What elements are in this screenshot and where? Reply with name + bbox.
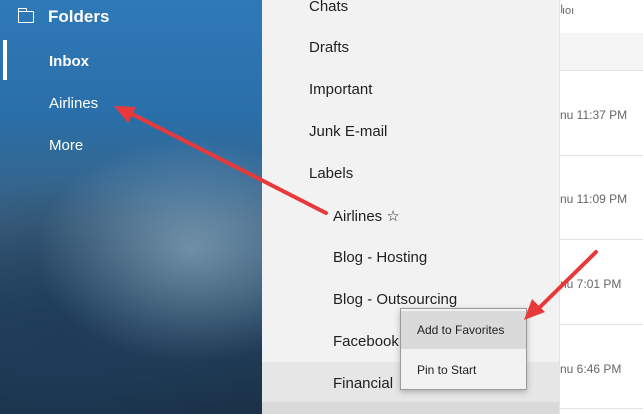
row-divider — [560, 408, 643, 409]
folder-item-drafts[interactable]: Drafts — [309, 39, 349, 56]
message-time: nu 11:09 PM — [560, 192, 628, 206]
folders-title: Folders — [48, 7, 110, 26]
folder-item-junk-email[interactable]: Junk E-mail — [309, 123, 387, 140]
row-divider — [560, 239, 643, 240]
message-list: I ıoı nu 11:37 PM nu 11:09 PM nu 7:01 PM… — [559, 0, 643, 414]
panel-bottom-strip — [262, 402, 559, 414]
folder-item-blog-hosting[interactable]: Blog - Hosting — [333, 249, 427, 266]
row-divider — [560, 70, 643, 71]
folder-item-important[interactable]: Important — [309, 81, 372, 98]
folder-item-financial[interactable]: Financial — [333, 375, 393, 392]
row-divider — [560, 324, 643, 325]
menu-item-label: Add to Favorites — [417, 323, 505, 337]
message-list-header-band — [560, 33, 643, 70]
menu-item-add-to-favorites[interactable]: Add to Favorites — [401, 311, 526, 349]
folders-header[interactable]: Folders — [17, 4, 110, 30]
folder-item-airlines[interactable]: Airlines ☆ — [333, 207, 400, 225]
sidebar-item-inbox[interactable]: Inbox — [49, 53, 89, 70]
folder-item-facebook[interactable]: Facebook — [333, 333, 399, 350]
folders-sidebar: Folders Inbox Airlines More — [0, 0, 262, 414]
sidebar-item-airlines[interactable]: Airlines — [49, 95, 98, 112]
message-time: nu 7:01 PM — [560, 277, 622, 291]
folder-item-blog-outsourcing[interactable]: Blog - Outsourcing — [333, 291, 457, 308]
folder-item-labels[interactable]: Labels — [309, 165, 353, 182]
menu-item-label: Pin to Start — [417, 363, 477, 377]
folder-item-chats[interactable]: Chats — [309, 0, 348, 15]
message-time: nu 6:46 PM — [560, 362, 622, 376]
folder-icon — [17, 8, 34, 23]
menu-item-pin-to-start[interactable]: Pin to Start — [401, 351, 526, 389]
context-menu: Add to Favorites Pin to Start — [400, 308, 527, 390]
header-fragment-2: ıoı — [562, 5, 575, 17]
row-divider — [560, 155, 643, 156]
message-time: nu 11:37 PM — [560, 108, 628, 122]
selected-indicator — [3, 40, 7, 80]
sidebar-item-more[interactable]: More — [49, 137, 83, 154]
